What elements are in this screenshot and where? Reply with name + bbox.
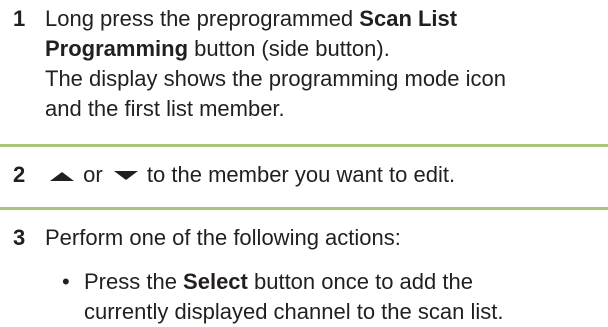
bullet-icon: • — [62, 269, 70, 294]
bullet-line-2: currently displayed channel to the scan … — [84, 299, 504, 324]
step-2-text: or to the member you want to edit. — [45, 160, 604, 190]
down-arrow-icon — [113, 171, 138, 181]
divider-2 — [0, 207, 608, 210]
step-1-line-4: and the first list member. — [45, 96, 285, 121]
bullet-line-1-pre: Press the — [84, 269, 184, 294]
step-1-line-1: Long press the preprogrammed Scan List — [45, 4, 604, 34]
scan-list-label: Scan List — [359, 6, 458, 31]
step-2-or-text: or — [77, 162, 109, 187]
step-3-text: Perform one of the following actions: — [45, 225, 401, 250]
step-1-text: Long press the preprogrammed Scan List P… — [45, 4, 604, 124]
step-1-line-3: The display shows the programming mode i… — [45, 66, 507, 91]
select-label: Select — [183, 269, 248, 294]
step-1-line-1-text: Long press the preprogrammed — [45, 6, 360, 31]
step-number: 3 — [13, 225, 26, 250]
step-number: 2 — [13, 162, 26, 187]
bullet-line-1-post: button once to add the — [247, 269, 473, 294]
bullet-line-1: Press the Select button once to add the — [84, 267, 503, 297]
step-1-line-2: Programming button (side button). — [45, 34, 604, 64]
divider-1 — [0, 144, 608, 147]
step-number: 1 — [13, 6, 26, 31]
step-2-instruction: to the member you want to edit. — [140, 162, 456, 187]
up-arrow-icon — [50, 172, 74, 182]
programming-label: Programming — [45, 36, 189, 61]
bullet-text: Press the Select button once to add the … — [84, 267, 503, 327]
step-1-line-2-text: button (side button). — [188, 36, 390, 61]
manual-page: { "steps": [ { "number": "1", "line1_pre… — [0, 0, 608, 327]
